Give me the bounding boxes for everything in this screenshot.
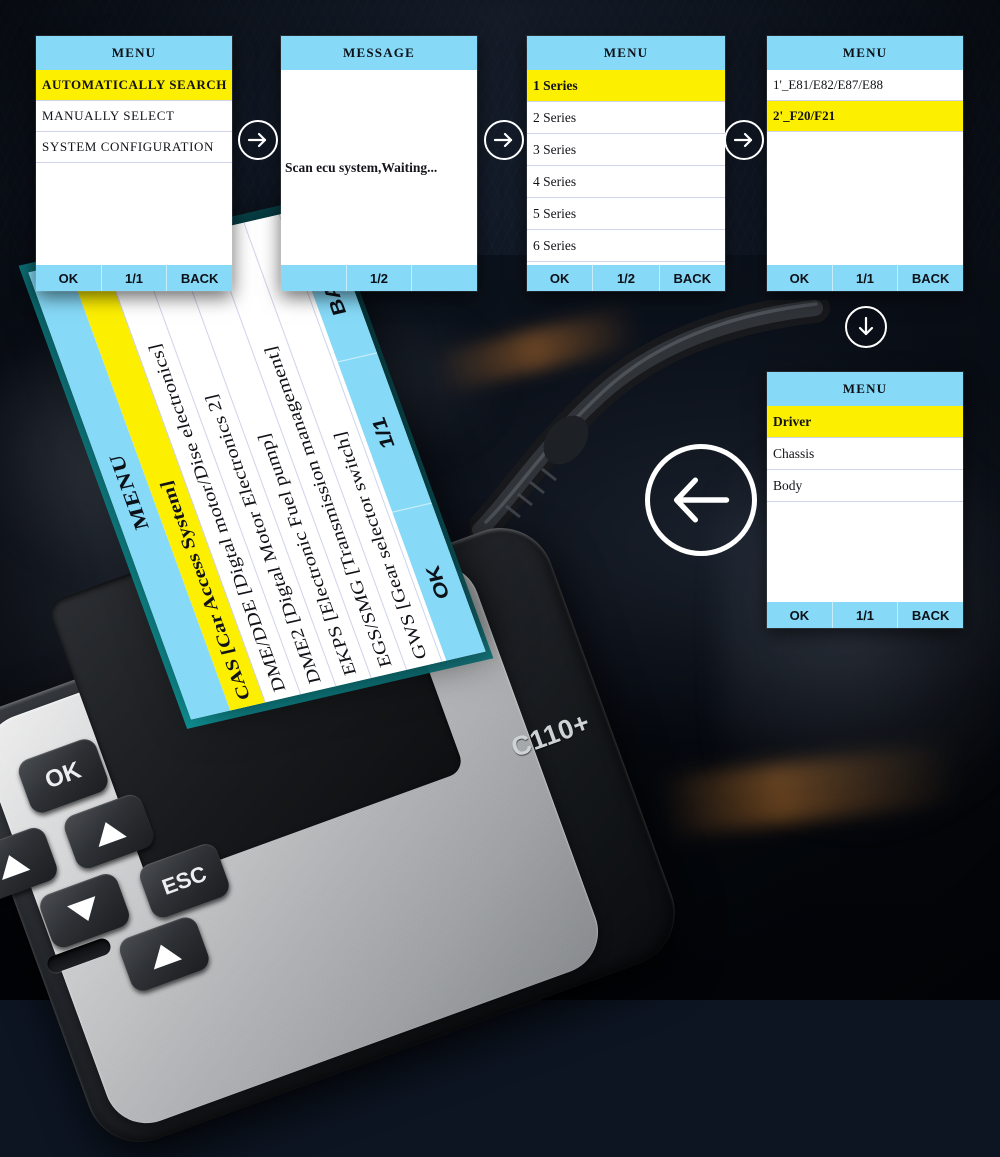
message-footer: 1/2 bbox=[281, 265, 477, 291]
list-item-label: MANUALLY SELECT bbox=[42, 108, 175, 123]
arrow-right-circle-icon bbox=[238, 120, 278, 160]
softkey-ok[interactable]: OK bbox=[527, 265, 594, 291]
page-indicator: 1/1 bbox=[833, 602, 899, 628]
list-item-label: 4 Series bbox=[533, 173, 577, 189]
category-menu-panel[interactable]: MENU Driver Chassis Body OK 1/1 BACK bbox=[767, 372, 963, 628]
list-empty-area bbox=[36, 163, 232, 265]
list-item[interactable]: Driver bbox=[767, 406, 963, 438]
esc-key[interactable]: ESC bbox=[136, 840, 233, 922]
list-item-label: 2 Series bbox=[533, 109, 577, 125]
list-item-label: 6 Series bbox=[533, 237, 577, 253]
list-item-label: Driver bbox=[773, 413, 812, 429]
chassis-menu-title: MENU bbox=[767, 36, 963, 70]
triangle-up-icon bbox=[91, 816, 127, 847]
list-item[interactable]: 1'_E81/E82/E87/E88 bbox=[767, 70, 963, 101]
softkey-back[interactable]: BACK bbox=[898, 602, 963, 628]
list-item-label: Chassis bbox=[773, 445, 815, 461]
list-item[interactable]: 2 Series bbox=[527, 102, 725, 134]
list-item[interactable]: 4 Series bbox=[527, 166, 725, 198]
softkey-back[interactable]: BACK bbox=[167, 265, 232, 291]
page-indicator: 1/1 bbox=[833, 265, 899, 291]
list-item-label: SYSTEM CONFIGURATION bbox=[42, 139, 214, 154]
triangle-down-icon bbox=[66, 895, 103, 926]
arrow-right-circle-icon bbox=[724, 120, 764, 160]
down-arrow-key[interactable] bbox=[36, 870, 133, 952]
series-menu-panel[interactable]: MENU 1 Series 2 Series 3 Series 4 Series… bbox=[527, 36, 725, 291]
page-indicator: 1/2 bbox=[347, 265, 413, 291]
esc-key-label: ESC bbox=[158, 860, 210, 900]
list-item-label: 3 Series bbox=[533, 141, 577, 157]
list-item[interactable]: MANUALLY SELECT bbox=[36, 101, 232, 132]
page-indicator: 1/1 bbox=[102, 265, 168, 291]
chassis-menu-panel[interactable]: MENU 1'_E81/E82/E87/E88 2'_F20/F21 OK 1/… bbox=[767, 36, 963, 291]
series-menu-title: MENU bbox=[527, 36, 725, 70]
softkey-ok[interactable]: OK bbox=[36, 265, 102, 291]
list-item-label: 2'_F20/F21 bbox=[773, 108, 836, 123]
arrow-left-circle-icon bbox=[645, 444, 757, 556]
list-item-label: Body bbox=[773, 477, 803, 493]
category-menu-list: Driver Chassis Body bbox=[767, 406, 963, 602]
list-item[interactable]: Chassis bbox=[767, 438, 963, 470]
softkey-left-empty bbox=[281, 265, 347, 291]
softkey-right-empty bbox=[412, 265, 477, 291]
list-item[interactable]: 1 Series bbox=[527, 70, 725, 102]
list-item[interactable]: 6 Series bbox=[527, 230, 725, 262]
ok-key[interactable]: OK bbox=[15, 735, 112, 817]
list-item[interactable]: SYSTEM CONFIGURATION bbox=[36, 132, 232, 163]
series-menu-footer: OK 1/2 BACK bbox=[527, 265, 725, 291]
category-menu-title: MENU bbox=[767, 372, 963, 406]
triangle-up-icon bbox=[146, 939, 182, 970]
up-arrow-key[interactable] bbox=[60, 791, 158, 872]
message-body: Scan ecu system,Waiting... bbox=[281, 70, 477, 265]
chassis-menu-list: 1'_E81/E82/E87/E88 2'_F20/F21 bbox=[767, 70, 963, 265]
list-item-label: AUTOMATICALLY SEARCH bbox=[42, 77, 228, 92]
softkey-ok[interactable]: OK bbox=[767, 265, 833, 291]
list-item[interactable]: AUTOMATICALLY SEARCH bbox=[36, 70, 232, 101]
bottom-arrow-key[interactable] bbox=[116, 913, 213, 995]
list-item[interactable]: 2'_F20/F21 bbox=[767, 101, 963, 132]
category-menu-footer: OK 1/1 BACK bbox=[767, 602, 963, 628]
softkey-back[interactable]: BACK bbox=[660, 265, 725, 291]
list-item-label: 1 Series bbox=[533, 77, 578, 93]
page-indicator: 1/2 bbox=[593, 265, 660, 291]
arrow-right-circle-icon bbox=[484, 120, 524, 160]
arrow-down-circle-icon bbox=[845, 306, 887, 348]
message-title: MESSAGE bbox=[281, 36, 477, 70]
message-panel: MESSAGE Scan ecu system,Waiting... 1/2 bbox=[281, 36, 477, 291]
main-menu-title: MENU bbox=[36, 36, 232, 70]
chassis-menu-footer: OK 1/1 BACK bbox=[767, 265, 963, 291]
softkey-back[interactable]: BACK bbox=[898, 265, 963, 291]
list-item-label: 5 Series bbox=[533, 205, 577, 221]
list-empty-area bbox=[767, 132, 963, 265]
list-item[interactable]: 5 Series bbox=[527, 198, 725, 230]
message-text: Scan ecu system,Waiting... bbox=[285, 159, 438, 175]
list-item[interactable]: 3 Series bbox=[527, 134, 725, 166]
main-menu-list: AUTOMATICALLY SEARCH MANUALLY SELECT SYS… bbox=[36, 70, 232, 265]
list-item-label: 1'_E81/E82/E87/E88 bbox=[773, 77, 883, 92]
softkey-ok[interactable]: OK bbox=[767, 602, 833, 628]
list-empty-area bbox=[767, 502, 963, 602]
main-menu-panel[interactable]: MENU AUTOMATICALLY SEARCH MANUALLY SELEC… bbox=[36, 36, 232, 291]
list-item[interactable]: Body bbox=[767, 470, 963, 502]
triangle-up-icon bbox=[0, 849, 31, 880]
ok-key-label: OK bbox=[41, 756, 85, 795]
main-menu-footer: OK 1/1 BACK bbox=[36, 265, 232, 291]
series-menu-list: 1 Series 2 Series 3 Series 4 Series 5 Se… bbox=[527, 70, 725, 265]
